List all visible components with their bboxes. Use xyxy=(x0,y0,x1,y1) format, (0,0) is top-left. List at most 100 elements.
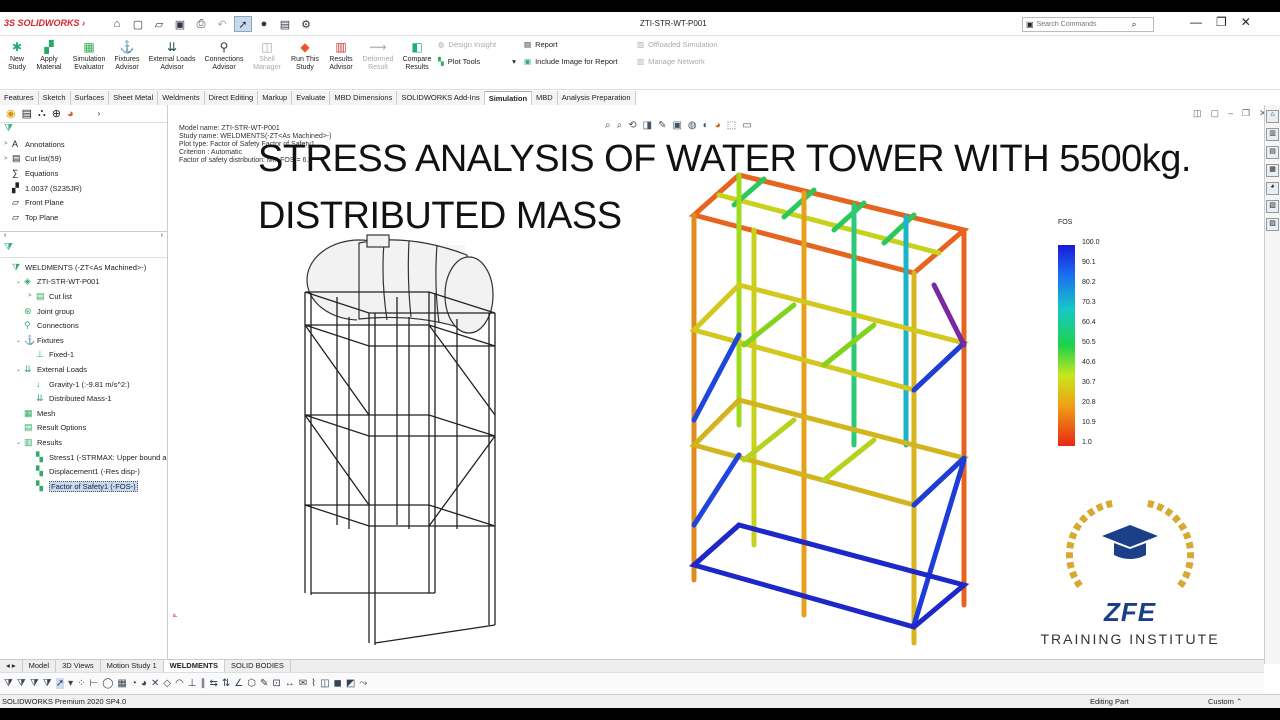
sim-tree-item[interactable]: ⚲ Connections xyxy=(0,318,167,333)
previous-view-icon[interactable]: ⟲ xyxy=(628,120,636,131)
config-manager-tab-icon[interactable]: ⛬ xyxy=(38,107,46,120)
resources-icon[interactable]: ⌂ xyxy=(1266,110,1279,123)
scroll-right-icon[interactable]: › xyxy=(161,232,163,242)
sim-tree-item[interactable]: ⌄ ◈ ZTI-STR-WT-P001 xyxy=(0,275,167,290)
home-icon[interactable]: ⌂ xyxy=(108,16,126,32)
open-icon[interactable]: ▱ xyxy=(150,16,168,32)
tree-item[interactable]: > ▤ Cut list(59) xyxy=(0,152,167,167)
scene-icon[interactable]: ⬚ xyxy=(727,120,736,131)
dimxpert-tab-icon[interactable]: ⊕ xyxy=(52,107,61,120)
tree-item[interactable]: ▱ Front Plane xyxy=(0,195,167,210)
sim-tree-item[interactable]: ↓ Gravity-1 (:-9.81 m/s^2:) xyxy=(0,377,167,392)
sim-tree-item[interactable]: ▦ Mesh xyxy=(0,406,167,421)
filter-bodies-icon[interactable]: ⬡ xyxy=(247,678,256,689)
sim-tree-item[interactable]: ⌄ ▥ Results xyxy=(0,435,167,450)
new-study-button[interactable]: ✱ New Study xyxy=(6,40,28,72)
filter-icon[interactable]: ⧩ xyxy=(4,678,13,689)
snap-quadrant-icon[interactable]: ◕ xyxy=(141,678,147,689)
tab-sheet-metal[interactable]: Sheet Metal xyxy=(109,91,159,105)
sim-tree-item[interactable]: ⊥ Fixed-1 xyxy=(0,348,167,363)
design-insight-button[interactable]: ◍ Design Insight xyxy=(438,40,496,49)
deformed-result-button[interactable]: ⟿ Deformed Result xyxy=(360,40,396,72)
shell-manager-button[interactable]: ◫ Shell Manager xyxy=(251,40,283,72)
search-input[interactable] xyxy=(1036,21,1129,28)
options-gear-icon[interactable]: ⚙ xyxy=(297,16,315,32)
tree-item[interactable]: ▱ Top Plane xyxy=(0,210,167,225)
snap-vertical-icon[interactable]: ⇅ xyxy=(222,678,230,689)
filter-vertices-icon[interactable]: ⧩ xyxy=(17,678,26,689)
tab-mbd[interactable]: MBD xyxy=(532,91,558,105)
tree-item[interactable]: ∑ Equations xyxy=(0,166,167,181)
snap-midpoint-icon[interactable]: ◔ xyxy=(131,678,137,689)
snap-end-icon[interactable]: ⊢ xyxy=(90,678,99,689)
select-icon[interactable]: ➚ xyxy=(55,678,65,689)
snap-grid-icon[interactable]: ▦ xyxy=(117,678,126,689)
print-icon[interactable]: ⎙ xyxy=(192,16,210,32)
filter-notes-icon[interactable]: ✉ xyxy=(299,678,307,689)
sim-tree-item[interactable]: ▚ Factor of Safety1 (-FOS-) xyxy=(0,479,167,494)
expand-arrow-icon[interactable]: > xyxy=(4,156,12,162)
undo-icon[interactable]: ↶ xyxy=(213,16,231,32)
tree-item[interactable]: > A Annotations xyxy=(0,137,167,152)
connections-advisor-button[interactable]: ⚲ Connections Advisor xyxy=(202,40,246,72)
filter-faces-icon[interactable]: ⧩ xyxy=(43,678,52,689)
sim-tree-item[interactable]: ⌄ ⚓ Fixtures xyxy=(0,333,167,348)
zoom-to-fit-icon[interactable]: ⌕ xyxy=(605,120,611,131)
split-icon[interactable]: ▢ xyxy=(1211,108,1220,119)
snap-angle-icon[interactable]: ∠ xyxy=(234,678,243,689)
file-explorer-icon[interactable]: ▤ xyxy=(1266,146,1279,159)
tab-mbd-dimensions[interactable]: MBD Dimensions xyxy=(330,91,398,105)
filter-annotations-icon[interactable]: ✎ xyxy=(260,678,268,689)
external-loads-advisor-button[interactable]: ⇊ External Loads Advisor xyxy=(146,40,198,72)
zoom-area-icon[interactable]: ⌕ xyxy=(617,120,623,131)
traffic-light-icon[interactable]: ● xyxy=(255,16,273,32)
expand-arrow-icon[interactable]: ⌄ xyxy=(16,366,24,373)
tile-icon[interactable]: ◫ xyxy=(1193,108,1202,119)
solidworks-logo[interactable]: 3S SOLIDWORKS › xyxy=(4,18,85,28)
sim-tree-item[interactable]: ⧩ WELDMENTS (-ZT<As Machined>-) xyxy=(0,260,167,275)
snap-intersect-icon[interactable]: ✕ xyxy=(151,678,159,689)
save-icon[interactable]: ▣ xyxy=(171,16,189,32)
appearance-icon[interactable]: ◕ xyxy=(715,120,721,131)
search-commands[interactable]: ▣ ⌕ xyxy=(1022,17,1154,32)
doc-tab-3d-views[interactable]: 3D Views xyxy=(56,660,101,672)
expand-arrow-icon[interactable]: ⌄ xyxy=(16,278,24,285)
snap-horizontal-icon[interactable]: ⇆ xyxy=(210,678,218,689)
tab-features[interactable]: Features xyxy=(0,91,39,105)
plot-tools-button[interactable]: ▚ Plot Tools ▾ xyxy=(438,57,516,66)
view-orientation-icon[interactable]: ▣ xyxy=(672,120,681,131)
tree-item[interactable]: ▞ 1.0037 (S235JR) xyxy=(0,181,167,196)
tab-analysis-preparation[interactable]: Analysis Preparation xyxy=(557,91,636,105)
apply-material-button[interactable]: ▞ Apply Material xyxy=(33,40,65,72)
expand-arrow-icon[interactable]: > xyxy=(4,141,12,147)
snap-tangent-icon[interactable]: ◠ xyxy=(175,678,184,689)
display-manager-tab-icon[interactable]: ◕ xyxy=(67,108,74,120)
search-icon[interactable]: ⌕ xyxy=(1132,19,1137,30)
unit-system[interactable]: Custom ⌃ xyxy=(1208,697,1242,706)
graphics-area[interactable]: ⌕ ⌕ ⟲ ◨ ✎ ▣ ◍ ◐ ◕ ⬚ ▭ ◫ ▢ – ❐ ✕ Model name: … xyxy=(169,105,1264,664)
feature-manager-tab-icon[interactable]: ◉ xyxy=(6,107,16,120)
snap-center-icon[interactable]: ◯ xyxy=(102,678,113,689)
restore-icon[interactable]: ❐ xyxy=(1216,15,1227,29)
hide-show-icon[interactable]: ◐ xyxy=(703,120,709,131)
doc-tab-weldments[interactable]: WELDMENTS xyxy=(163,660,225,672)
tab-simulation[interactable]: Simulation xyxy=(484,91,533,105)
snap-parallel-icon[interactable]: ∥ xyxy=(201,678,206,689)
sim-tree-item[interactable]: > ▤ Cut list xyxy=(0,289,167,304)
file-properties-icon[interactable]: ▤ xyxy=(276,16,294,32)
offloaded-simulation-button[interactable]: ▥ Offloaded Simulation xyxy=(637,40,718,49)
panel-expand-icon[interactable]: › xyxy=(98,109,101,118)
filter-sketch-icon[interactable]: ⊡ xyxy=(272,678,280,689)
dynamic-annotation-icon[interactable]: ✎ xyxy=(658,120,666,131)
appearances-icon[interactable]: ◕ xyxy=(1266,182,1279,195)
tab-direct-editing[interactable]: Direct Editing xyxy=(204,91,259,105)
property-manager-tab-icon[interactable]: ▤ xyxy=(22,107,32,120)
tab-scroll[interactable]: ◂ ▸ xyxy=(0,660,23,672)
report-button[interactable]: ▤ Report xyxy=(524,40,558,49)
scroll-left-icon[interactable]: ‹ xyxy=(4,232,6,242)
select-cursor-icon[interactable]: ➚ xyxy=(234,16,252,32)
select-dropdown-icon[interactable]: ▾ xyxy=(68,678,73,689)
filter-welds-icon[interactable]: ⌇ xyxy=(311,678,316,689)
simulation-evaluator-button[interactable]: ▦ Simulation Evaluator xyxy=(69,40,109,72)
view-settings-icon[interactable]: ▭ xyxy=(742,120,751,131)
